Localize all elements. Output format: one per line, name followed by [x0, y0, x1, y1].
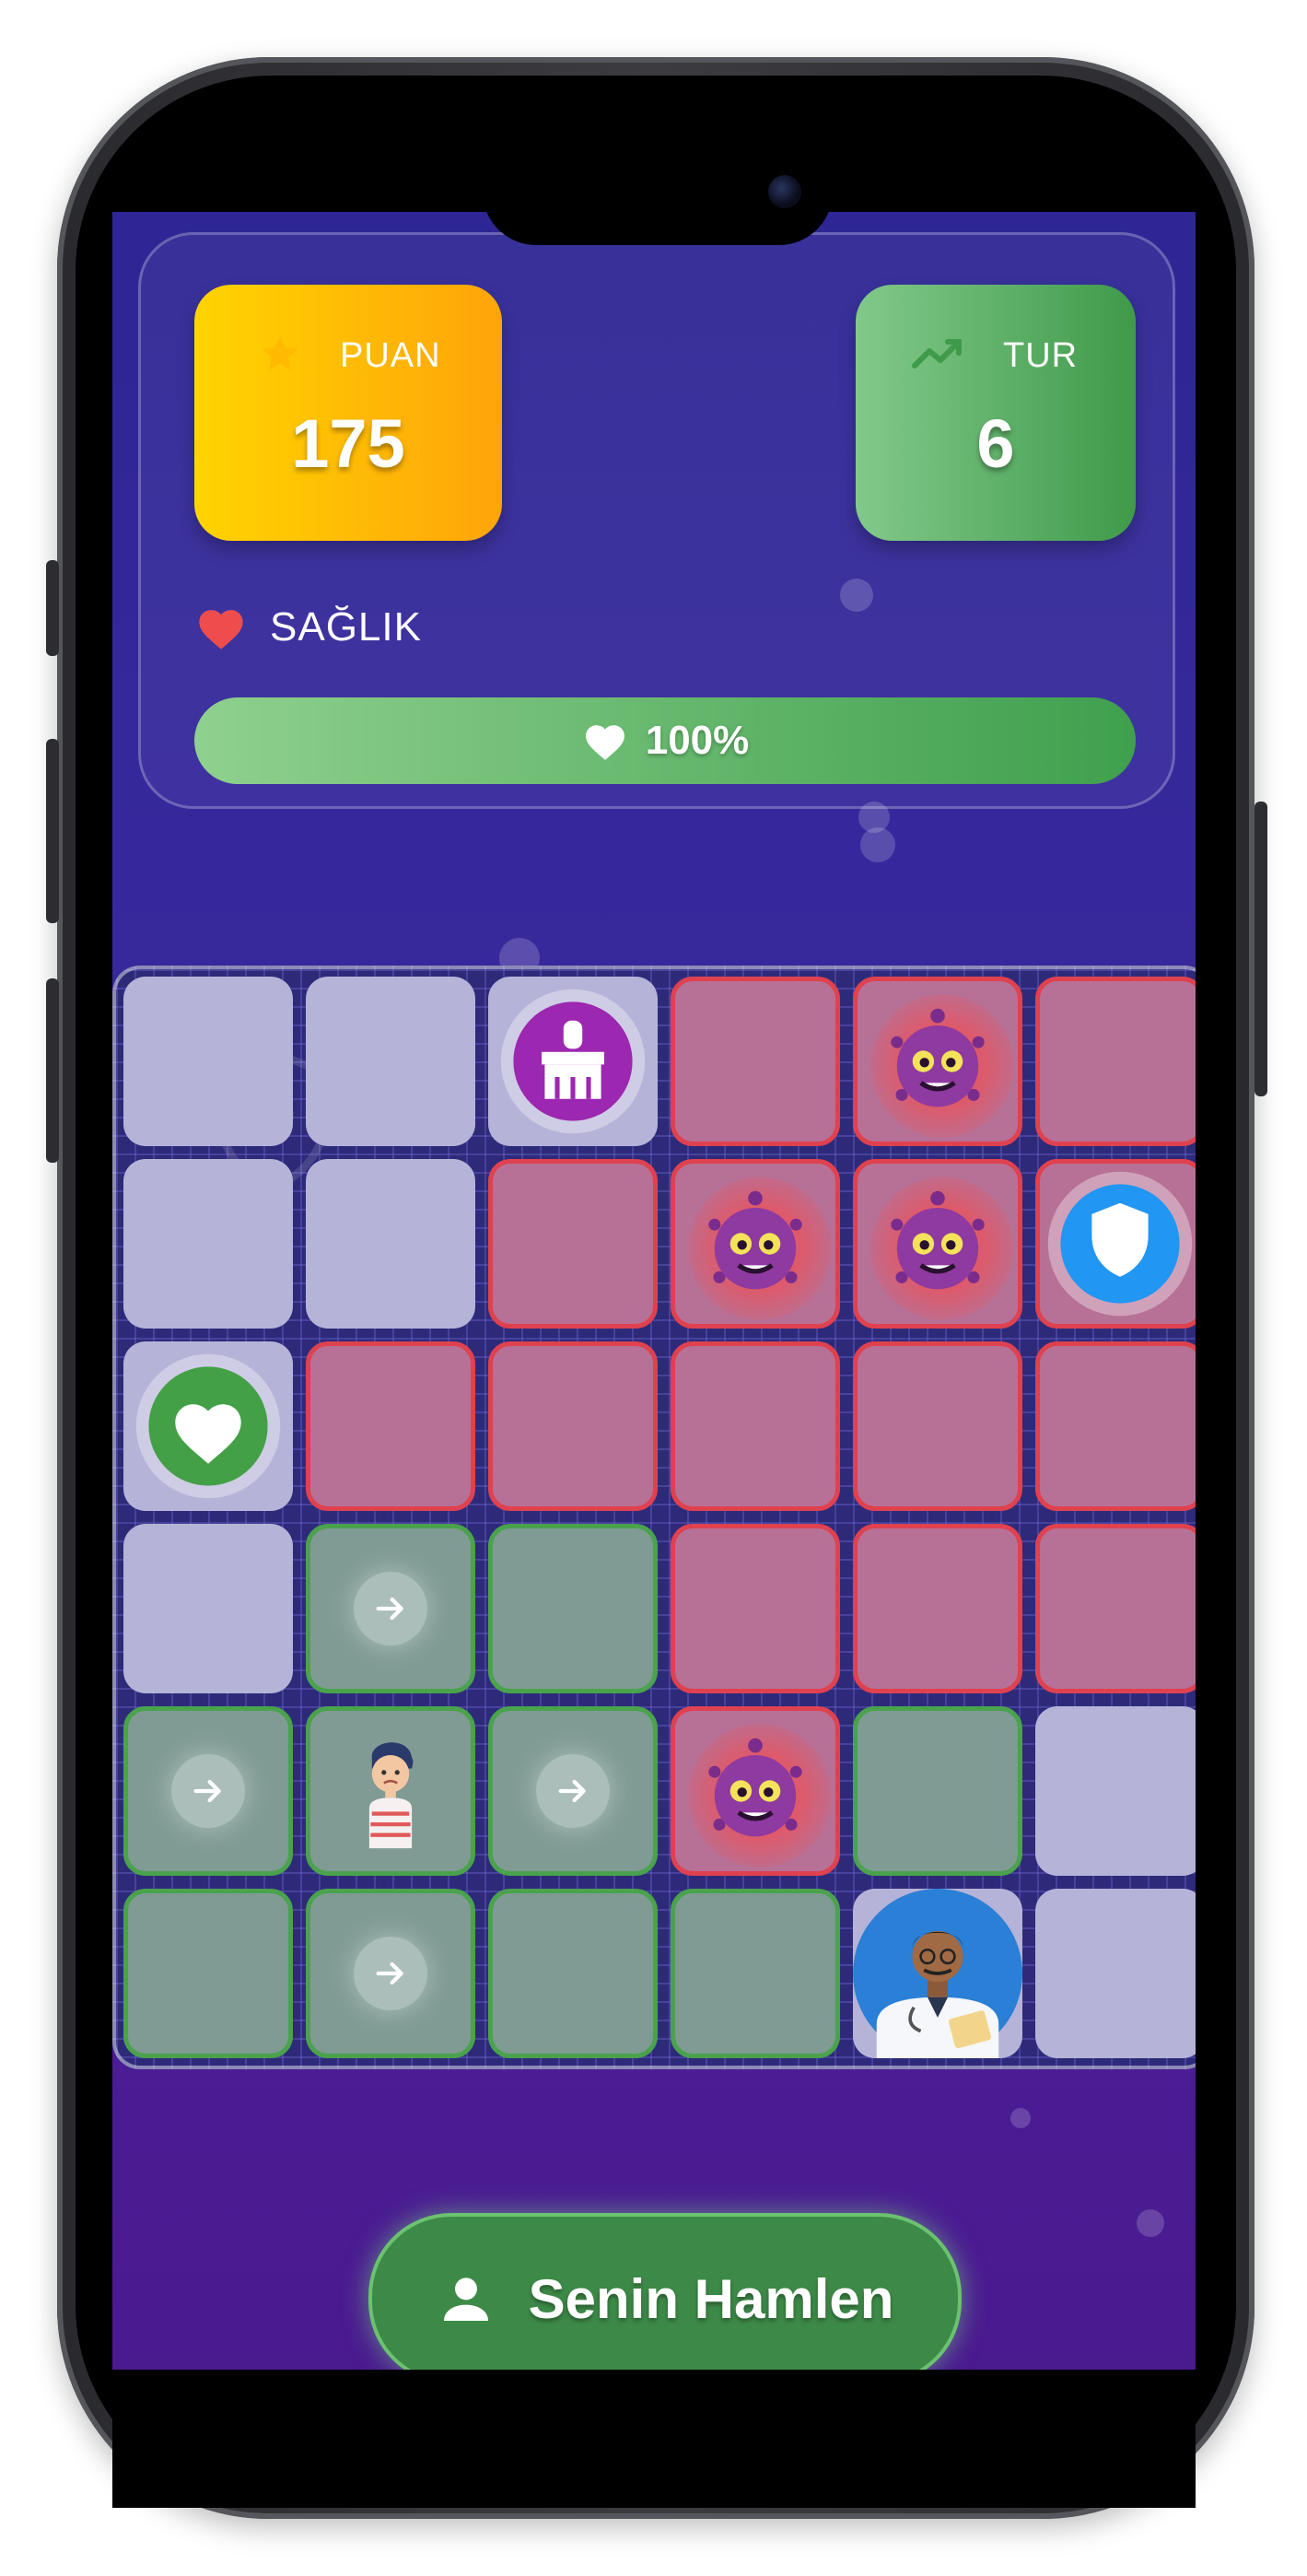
board-cell-red[interactable] [671, 1159, 840, 1329]
board-cell-gray[interactable] [306, 977, 475, 1146]
score-label: PUAN [340, 336, 441, 375]
bubble-decoration [1010, 2108, 1031, 2128]
board-cell-gray[interactable] [123, 1524, 293, 1693]
health-header: SAĞLIK [194, 600, 422, 655]
board-cell-gray[interactable] [1035, 1889, 1196, 2058]
game-screen: PUAN 175 TUR 6 SAĞLIK 100% Senin Hamlen [112, 212, 1196, 2370]
heart-icon [199, 610, 243, 650]
board-cell-red[interactable] [853, 1524, 1022, 1693]
move-arrow-icon[interactable] [310, 1528, 471, 1689]
action-button [46, 560, 59, 656]
heart-powerup-icon [123, 1341, 293, 1511]
patient-avatar [310, 1711, 471, 1871]
camera-icon [768, 175, 801, 208]
power-button [1254, 802, 1267, 1096]
bubble-decoration [860, 827, 895, 862]
your-move-label: Senin Hamlen [528, 2267, 894, 2330]
board-cell-red[interactable] [306, 1341, 475, 1511]
board-cell-red[interactable] [1035, 1159, 1196, 1329]
board-cell-red[interactable] [671, 1524, 840, 1693]
board-cell-red[interactable] [1035, 1341, 1196, 1511]
doctor-avatar [853, 1889, 1022, 2058]
board-cell-red[interactable] [853, 1341, 1022, 1511]
board-cell-gray[interactable] [1035, 1706, 1196, 1876]
board-cell-green[interactable] [306, 1524, 475, 1693]
board-cell-green[interactable] [488, 1524, 658, 1693]
move-arrow-icon[interactable] [310, 1893, 471, 2054]
virus-icon [858, 981, 1018, 1142]
score-value: 175 [291, 405, 405, 482]
virus-icon [858, 1164, 1018, 1324]
board-cell-red[interactable] [853, 1159, 1022, 1329]
move-arrow-icon[interactable] [128, 1711, 288, 1871]
board-cell-gray[interactable] [853, 1889, 1022, 2058]
turn-label: TUR [1003, 336, 1079, 375]
board-cell-gray[interactable] [123, 1159, 293, 1329]
board-cell-red[interactable] [1035, 977, 1196, 1146]
virus-icon [675, 1164, 835, 1324]
board-cell-red[interactable] [853, 977, 1022, 1146]
board-cell-gray[interactable] [123, 1341, 293, 1511]
board-cell-green[interactable] [306, 1706, 475, 1876]
stats-panel: PUAN 175 TUR 6 SAĞLIK 100% [138, 232, 1175, 809]
shield-icon [1040, 1164, 1196, 1324]
board-cell-red[interactable] [488, 1341, 658, 1511]
health-percent: 100% [645, 718, 750, 763]
dynamic-island [483, 138, 833, 245]
heart-icon [585, 725, 624, 760]
your-move-button[interactable]: Senin Hamlen [368, 2213, 962, 2370]
bubble-decoration [1137, 2209, 1164, 2237]
turn-value: 6 [976, 405, 1015, 482]
health-bar: 100% [194, 697, 1136, 784]
health-label: SAĞLIK [270, 604, 422, 650]
volume-up-button [46, 739, 59, 923]
volume-down-button [46, 978, 59, 1163]
trending-up-icon [912, 339, 962, 369]
board-cell-green[interactable] [488, 1889, 658, 2058]
board-cell-gray[interactable] [488, 977, 658, 1146]
board-cell-green[interactable] [123, 1889, 293, 2058]
board-cell-green[interactable] [853, 1706, 1022, 1876]
score-card: PUAN 175 [194, 285, 502, 541]
board-cell-red[interactable] [1035, 1524, 1196, 1693]
board-cell-green[interactable] [123, 1706, 293, 1876]
board-cell-red[interactable] [671, 1706, 840, 1876]
star-icon [262, 335, 298, 370]
board-cell-green[interactable] [306, 1889, 475, 2058]
board-cell-green[interactable] [488, 1706, 658, 1876]
board-cell-gray[interactable] [123, 977, 293, 1146]
cleaner-brush-icon [488, 977, 658, 1146]
board-cell-green[interactable] [671, 1889, 840, 2058]
board-cell-red[interactable] [671, 1341, 840, 1511]
board-cell-red[interactable] [671, 977, 840, 1146]
person-icon [443, 2277, 488, 2321]
move-arrow-icon[interactable] [493, 1711, 653, 1871]
screen-bottom-bezel [112, 2370, 1196, 2508]
virus-icon [675, 1711, 835, 1871]
board-cell-red[interactable] [488, 1159, 658, 1329]
board-cell-gray[interactable] [306, 1159, 475, 1329]
game-board [112, 966, 1196, 2069]
turn-card: TUR 6 [856, 285, 1136, 541]
